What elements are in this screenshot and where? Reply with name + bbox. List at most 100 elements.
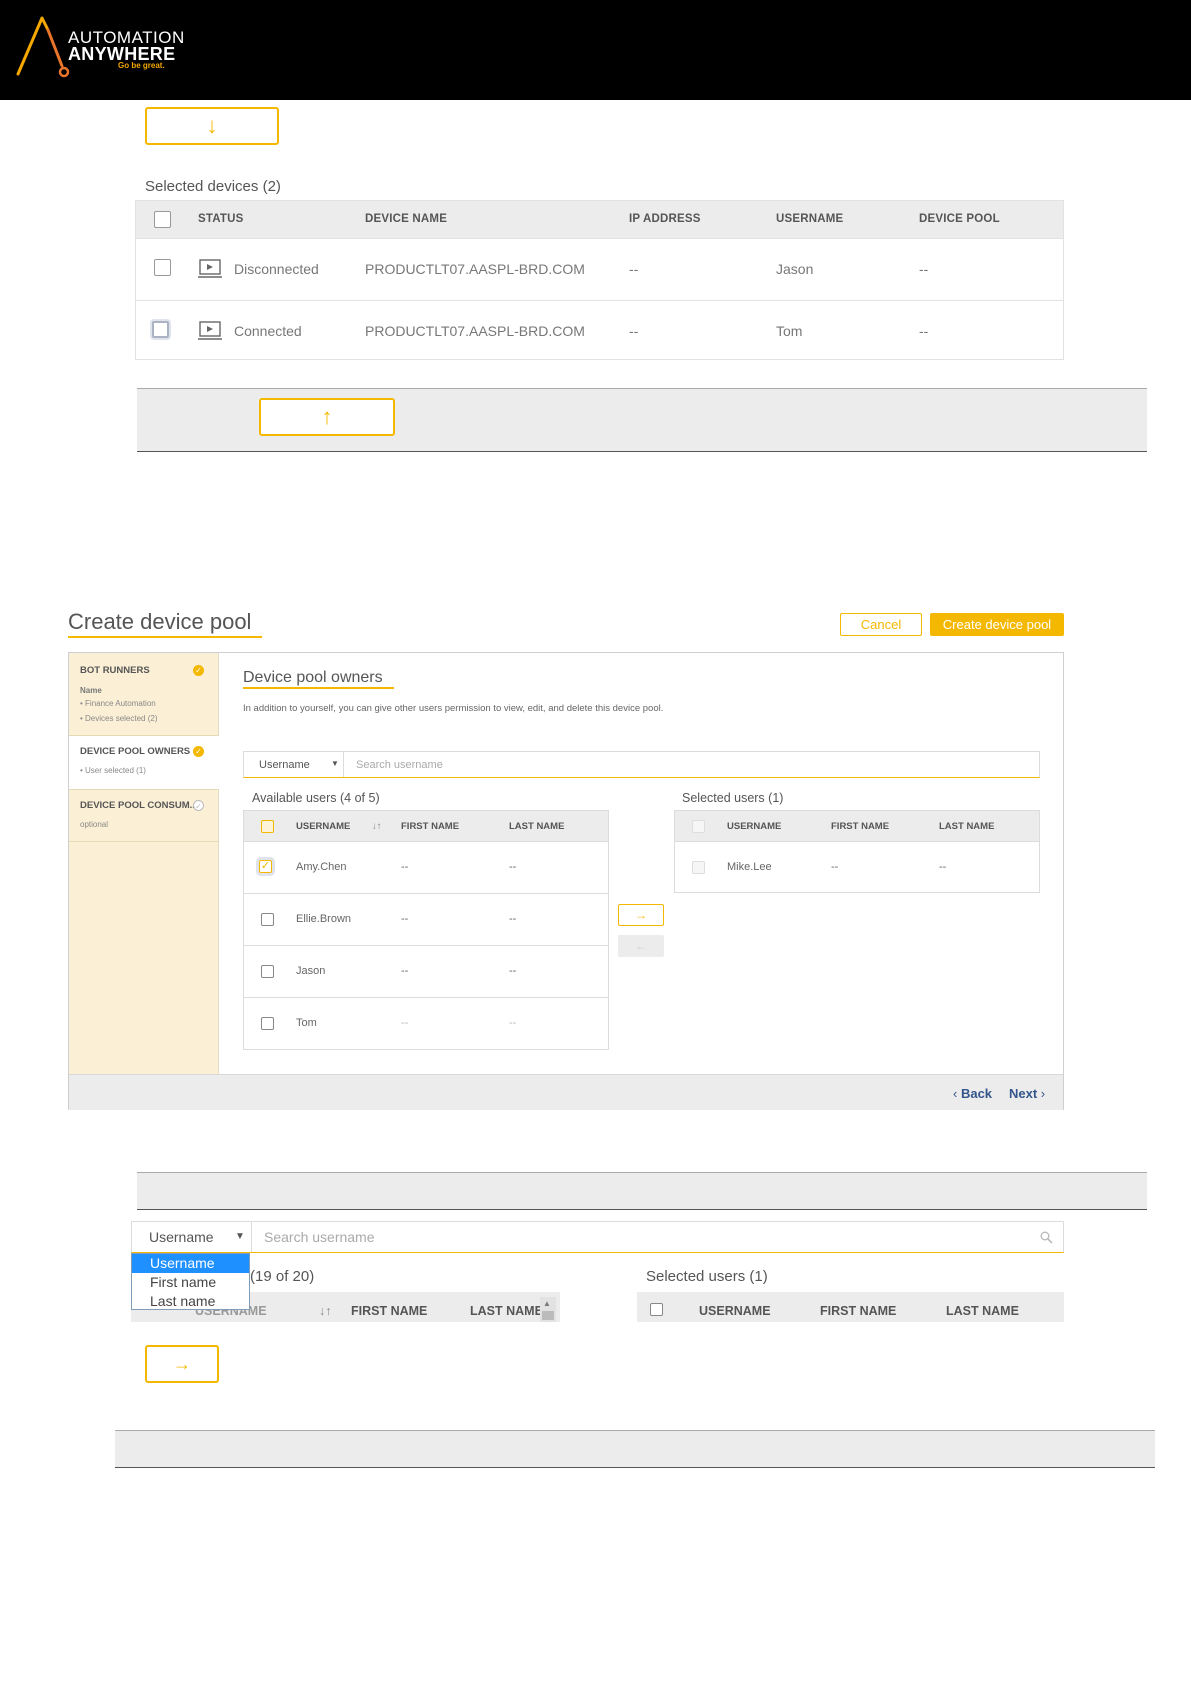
section-title: Device pool owners xyxy=(243,669,383,686)
arrow-down-icon: ↓ xyxy=(206,113,218,138)
dropdown-option-last-name[interactable]: Last name xyxy=(132,1292,249,1311)
create-device-pool-button[interactable]: Create device pool xyxy=(930,613,1064,636)
select-all-checkbox[interactable] xyxy=(650,1303,663,1316)
title-underline xyxy=(68,636,262,638)
search-input[interactable]: Search username xyxy=(264,1229,375,1245)
user-search-bar: Username ▼ Search username xyxy=(243,751,1040,778)
move-up-button[interactable]: ↑ xyxy=(259,398,395,436)
user-username: Amy.Chen xyxy=(296,861,347,873)
row-checkbox-checked[interactable]: ✓ xyxy=(259,860,272,873)
step-detail: • User selected (1) xyxy=(80,766,146,775)
list-header: USERNAME ↓↑ FIRST NAME LAST NAME xyxy=(244,811,608,841)
sort-icon[interactable]: ↓↑ xyxy=(319,1304,332,1318)
select-all-checkbox[interactable] xyxy=(692,820,705,833)
col-last-name: LAST NAME xyxy=(946,1304,1019,1318)
section-title-underline xyxy=(243,687,394,689)
device-name: PRODUCTLT07.AASPL-BRD.COM xyxy=(365,323,585,339)
table-row[interactable]: Connected PRODUCTLT07.AASPL-BRD.COM -- T… xyxy=(136,300,1063,362)
row-checkbox[interactable] xyxy=(152,321,169,338)
step-title: BOT RUNNERS xyxy=(80,665,150,676)
ip-address: -- xyxy=(629,261,639,277)
device-pool: -- xyxy=(919,323,929,339)
check-circle-icon: ✓ xyxy=(193,746,204,757)
row-checkbox[interactable] xyxy=(692,861,705,874)
selected-devices-table: STATUS DEVICE NAME IP ADDRESS USERNAME D… xyxy=(135,200,1064,360)
chevron-left-icon: ‹ xyxy=(953,1086,961,1101)
back-link[interactable]: ‹ Back xyxy=(953,1086,992,1101)
search-field-dropdown: Username First name Last name xyxy=(131,1253,250,1310)
device-status: Connected xyxy=(234,323,302,339)
user-username: Tom xyxy=(296,1017,317,1029)
step-device-pool-owners[interactable]: DEVICE POOL OWNERS ✓ • User selected (1) xyxy=(69,736,219,790)
selected-users-list: USERNAME FIRST NAME LAST NAME Mike.Lee -… xyxy=(674,810,1040,893)
step-detail: optional xyxy=(80,820,109,829)
move-left-button[interactable]: ← xyxy=(618,935,664,957)
list-item[interactable]: ✓ Amy.Chen -- -- xyxy=(244,841,608,893)
wizard-footer: ‹ Back Next › xyxy=(69,1074,1063,1110)
col-last-name: LAST NAME xyxy=(509,821,565,832)
list-item[interactable]: Mike.Lee -- -- xyxy=(675,841,1039,893)
device-pool: -- xyxy=(919,261,929,277)
dropdown-option-username[interactable]: Username xyxy=(132,1254,249,1273)
col-first-name: FIRST NAME xyxy=(351,1304,428,1318)
search-field-select[interactable]: Username ▼ xyxy=(132,1222,252,1252)
col-username: USERNAME xyxy=(776,213,844,225)
row-checkbox[interactable] xyxy=(154,259,171,276)
search-field-select[interactable]: Username ▼ xyxy=(244,752,344,777)
user-last-name: -- xyxy=(509,965,517,977)
select-all-checkbox[interactable] xyxy=(261,820,274,833)
scroll-up-icon: ▲ xyxy=(543,1299,551,1308)
step-label: Name xyxy=(80,686,102,695)
row-checkbox[interactable] xyxy=(261,1017,274,1030)
chevron-right-icon: › xyxy=(1037,1086,1046,1101)
row-checkbox[interactable] xyxy=(261,965,274,978)
move-down-button[interactable]: ↓ xyxy=(145,107,279,145)
selected-users-title: Selected users (1) xyxy=(646,1268,768,1285)
logo-tagline: Go be great. xyxy=(118,61,165,70)
username: Jason xyxy=(776,261,814,277)
list-item[interactable]: Jason -- -- xyxy=(244,945,608,997)
col-device-name: DEVICE NAME xyxy=(365,213,448,225)
list-item[interactable]: Tom -- -- xyxy=(244,997,608,1049)
select-all-checkbox[interactable] xyxy=(154,211,171,228)
user-first-name: -- xyxy=(401,1017,409,1029)
device-monitor-icon xyxy=(198,321,222,340)
ip-address: -- xyxy=(629,323,639,339)
device-status: Disconnected xyxy=(234,261,319,277)
step-bot-runners[interactable]: BOT RUNNERS ✓ Name • Finance Automation … xyxy=(69,653,219,736)
arrow-left-icon: ← xyxy=(635,939,647,953)
user-last-name: -- xyxy=(509,1017,517,1029)
user-first-name: -- xyxy=(401,861,409,873)
col-device-pool: DEVICE POOL xyxy=(919,213,1000,225)
step-title: DEVICE POOL OWNERS xyxy=(80,746,191,757)
check-circle-outline-icon: ✓ xyxy=(193,800,204,811)
table-header: STATUS DEVICE NAME IP ADDRESS USERNAME D… xyxy=(136,201,1063,238)
col-status: STATUS xyxy=(198,213,244,225)
page-title: Create device pool xyxy=(68,609,252,634)
scrollbar[interactable]: ▲ xyxy=(540,1297,556,1322)
selected-users-title: Selected users (1) xyxy=(682,791,784,805)
next-link[interactable]: Next › xyxy=(1009,1086,1045,1101)
device-name: PRODUCTLT07.AASPL-BRD.COM xyxy=(365,261,585,277)
scroll-thumb[interactable] xyxy=(542,1311,554,1320)
step-device-pool-consumers[interactable]: DEVICE POOL CONSUM... ✓ optional xyxy=(69,790,219,842)
col-ip-address: IP ADDRESS xyxy=(629,213,701,225)
list-item[interactable]: Ellie.Brown -- -- xyxy=(244,893,608,945)
user-username: Mike.Lee xyxy=(727,861,772,873)
dropdown-option-first-name[interactable]: First name xyxy=(132,1273,249,1292)
row-checkbox[interactable] xyxy=(261,913,274,926)
search-icon[interactable] xyxy=(1040,1231,1053,1244)
caret-down-icon: ▼ xyxy=(235,1231,245,1242)
move-right-button[interactable]: → xyxy=(618,904,664,926)
section-description: In addition to yourself, you can give ot… xyxy=(243,703,664,714)
sort-icon[interactable]: ↓↑ xyxy=(372,821,382,832)
table-row[interactable]: Disconnected PRODUCTLT07.AASPL-BRD.COM -… xyxy=(136,238,1063,300)
automation-anywhere-logo-icon xyxy=(16,16,70,78)
move-right-button[interactable]: → xyxy=(145,1345,219,1383)
gray-bar xyxy=(137,1172,1147,1210)
selected-devices-title: Selected devices (2) xyxy=(145,178,281,195)
cancel-button[interactable]: Cancel xyxy=(840,613,922,636)
arrow-right-icon: → xyxy=(173,1353,191,1374)
user-first-name: -- xyxy=(401,965,409,977)
search-input[interactable]: Search username xyxy=(356,759,443,771)
